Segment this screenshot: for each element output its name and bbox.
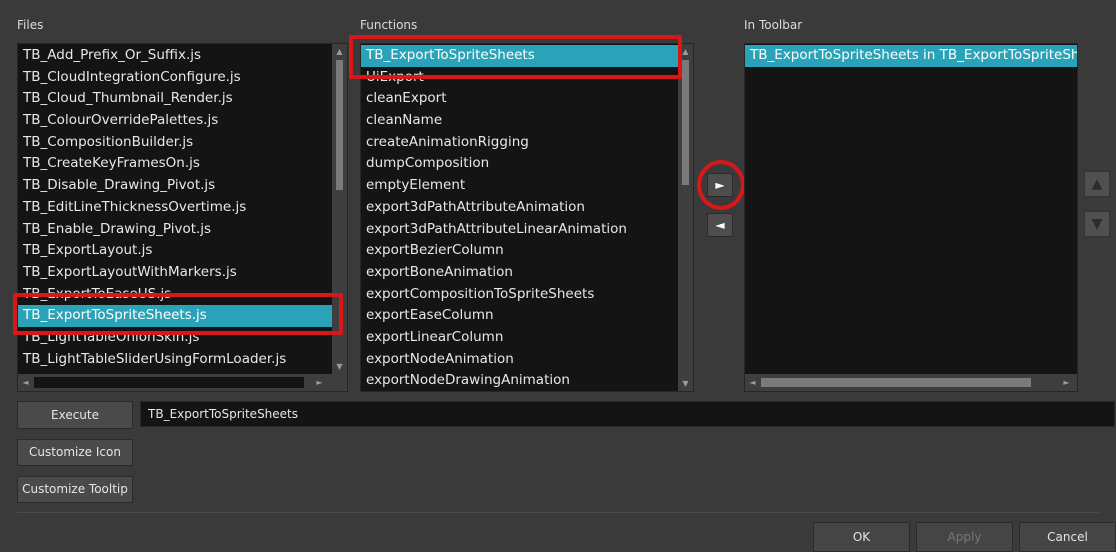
files-label: Files [17,18,44,32]
function-item[interactable]: exportNodeDrawingAnimation [361,370,678,391]
ok-button[interactable]: OK [813,522,910,552]
move-down-button[interactable]: ▼ [1084,211,1110,237]
toolbar-hscroll-thumb[interactable] [761,378,1031,387]
cancel-button[interactable]: Cancel [1019,522,1116,552]
apply-button[interactable]: Apply [916,522,1013,552]
remove-from-toolbar-button[interactable]: ◄ [707,213,733,237]
functions-vscroll-thumb[interactable] [682,60,689,185]
functions-label: Functions [360,18,418,32]
dialog-divider [17,512,1099,513]
scroll-down-icon[interactable]: ▼ [678,376,693,391]
scroll-left-icon[interactable]: ◄ [745,375,760,390]
move-up-button[interactable]: ▲ [1084,171,1110,197]
file-item[interactable]: TB_CreateKeyFramesOn.js [18,153,332,175]
file-item[interactable]: TB_LightTableSliderUsingFormLoader.js [18,349,332,371]
scroll-left-icon[interactable]: ◄ [18,375,33,390]
function-item[interactable]: export3dPathAttributeLinearAnimation [361,219,678,241]
file-item[interactable]: TB_Add_Prefix_Or_Suffix.js [18,45,332,67]
function-item[interactable]: dumpComposition [361,153,678,175]
file-item[interactable]: TB_Enable_Drawing_Pivot.js [18,219,332,241]
toolbar-item-selected[interactable]: TB_ExportToSpriteSheets in TB_ExportToSp… [745,45,1077,67]
functions-list[interactable]: TB_ExportToSpriteSheets UiExport cleanEx… [360,43,694,392]
add-button-highlight-annotation [697,160,745,210]
function-item[interactable]: export3dPathAttributeAnimation [361,197,678,219]
function-highlight-annotation [349,35,682,79]
function-item[interactable]: exportEaseColumn [361,305,678,327]
in-toolbar-label: In Toolbar [744,18,803,32]
functions-vertical-scrollbar[interactable]: ▲ ▼ [678,44,693,391]
scroll-right-icon[interactable]: ► [1059,375,1074,390]
function-item[interactable]: cleanName [361,110,678,132]
function-item[interactable]: exportBoneAnimation [361,262,678,284]
files-list[interactable]: TB_Add_Prefix_Or_Suffix.js TB_CloudInteg… [17,43,348,392]
customize-tooltip-button[interactable]: Customize Tooltip [17,476,133,503]
file-item[interactable]: TB_EditLineThicknessOvertime.js [18,197,332,219]
file-highlight-annotation [13,293,343,335]
function-item[interactable]: cleanExport [361,88,678,110]
function-item[interactable]: exportNodeAnimation [361,349,678,371]
function-item[interactable]: exportBezierColumn [361,240,678,262]
files-hscroll-thumb[interactable] [34,377,304,388]
file-item[interactable]: TB_CloudIntegrationConfigure.js [18,67,332,89]
function-item[interactable]: exportCompositionToSpriteSheets [361,284,678,306]
file-item[interactable]: TB_Disable_Drawing_Pivot.js [18,175,332,197]
scroll-right-icon[interactable]: ► [312,375,327,390]
execute-function-field[interactable]: TB_ExportToSpriteSheets [140,401,1115,427]
file-item[interactable]: TB_ColourOverridePalettes.js [18,110,332,132]
function-item[interactable]: createAnimationRigging [361,132,678,154]
file-item[interactable]: TB_Cloud_Thumbnail_Render.js [18,88,332,110]
toolbar-horizontal-scrollbar[interactable]: ◄ ► [745,374,1077,391]
files-horizontal-scrollbar[interactable]: ◄ ► [18,374,347,391]
function-item[interactable]: exportLinearColumn [361,327,678,349]
toolbar-list[interactable]: TB_ExportToSpriteSheets in TB_ExportToSp… [744,43,1078,392]
file-item[interactable]: TB_ExportLayout.js [18,240,332,262]
function-item[interactable]: emptyElement [361,175,678,197]
files-vscroll-thumb[interactable] [336,60,343,190]
execute-button[interactable]: Execute [17,401,133,429]
file-item[interactable]: TB_CompositionBuilder.js [18,132,332,154]
scroll-down-icon[interactable]: ▼ [332,359,347,374]
file-item[interactable]: TB_ExportLayoutWithMarkers.js [18,262,332,284]
customize-icon-button[interactable]: Customize Icon [17,439,133,466]
scroll-up-icon[interactable]: ▲ [332,44,347,59]
